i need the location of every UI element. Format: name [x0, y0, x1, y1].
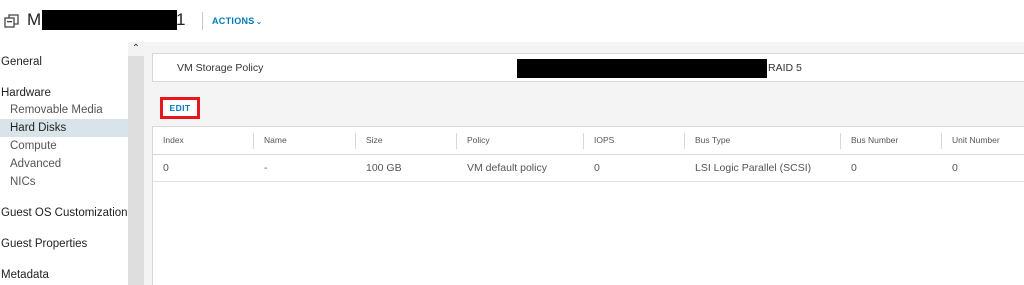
sidebar-nav: General Hardware Removable Media Hard Di… [0, 42, 128, 285]
redacted-vm-name [42, 10, 177, 30]
sidebar-scrollbar[interactable]: ⌃ [128, 42, 144, 285]
hard-disks-table: Index Name Size Policy IOPS Bus Type Bus… [152, 126, 1024, 285]
sidebar-item-guest-properties[interactable]: Guest Properties [0, 235, 128, 253]
vm-title-prefix: M [27, 10, 42, 29]
header-divider [202, 12, 203, 30]
storage-policy-card: VM Storage Policy RAID 5 [152, 53, 1024, 82]
sidebar-item-hard-disks[interactable]: Hard Disks [0, 119, 128, 137]
table-row[interactable]: 0 - 100 GB VM default policy 0 LSI Logic… [153, 155, 1024, 182]
vm-icon [4, 14, 19, 28]
sidebar-item-compute[interactable]: Compute [0, 137, 128, 155]
vm-title-suffix: 1 [176, 10, 186, 29]
sidebar-item-guest-os-customization[interactable]: Guest OS Customization [0, 204, 128, 222]
cell-size: 100 GB [366, 162, 402, 174]
cell-bus-type: LSI Logic Parallel (SCSI) [695, 162, 812, 174]
sidebar-item-advanced[interactable]: Advanced [0, 155, 128, 173]
sidebar-item-metadata[interactable]: Metadata [0, 266, 128, 284]
chevron-down-icon: ⌄ [255, 17, 263, 26]
column-header-bus-type[interactable]: Bus Type [685, 127, 730, 154]
cell-iops: 0 [594, 162, 600, 174]
cell-index: 0 [163, 162, 169, 174]
column-header-policy[interactable]: Policy [457, 127, 490, 154]
storage-policy-label: VM Storage Policy [177, 62, 264, 74]
actions-menu-button[interactable]: ACTIONS⌄ [212, 16, 263, 26]
column-header-size[interactable]: Size [356, 127, 383, 154]
edit-button[interactable]: EDIT [160, 97, 200, 119]
column-header-index[interactable]: Index [153, 127, 184, 154]
cell-bus-number: 0 [851, 162, 857, 174]
sidebar-item-removable-media[interactable]: Removable Media [0, 101, 128, 119]
cell-unit-number: 0 [952, 162, 958, 174]
column-header-name[interactable]: Name [254, 127, 287, 154]
column-header-iops[interactable]: IOPS [584, 127, 614, 154]
scroll-up-icon[interactable]: ⌃ [128, 42, 144, 56]
sidebar-item-hardware[interactable]: Hardware [0, 84, 128, 102]
cell-name: - [264, 162, 268, 174]
sidebar-item-general[interactable]: General [0, 53, 128, 71]
redacted-policy-name [517, 59, 767, 78]
table-header: Index Name Size Policy IOPS Bus Type Bus… [153, 127, 1024, 155]
actions-label: ACTIONS [212, 16, 255, 26]
storage-policy-value: RAID 5 [768, 62, 802, 74]
cell-policy: VM default policy [467, 162, 547, 174]
column-header-bus-number[interactable]: Bus Number [841, 127, 898, 154]
sidebar-item-nics[interactable]: NICs [0, 173, 128, 191]
column-header-unit-number[interactable]: Unit Number [942, 127, 1000, 154]
page-header: M 1 ACTIONS⌄ [0, 0, 1024, 42]
